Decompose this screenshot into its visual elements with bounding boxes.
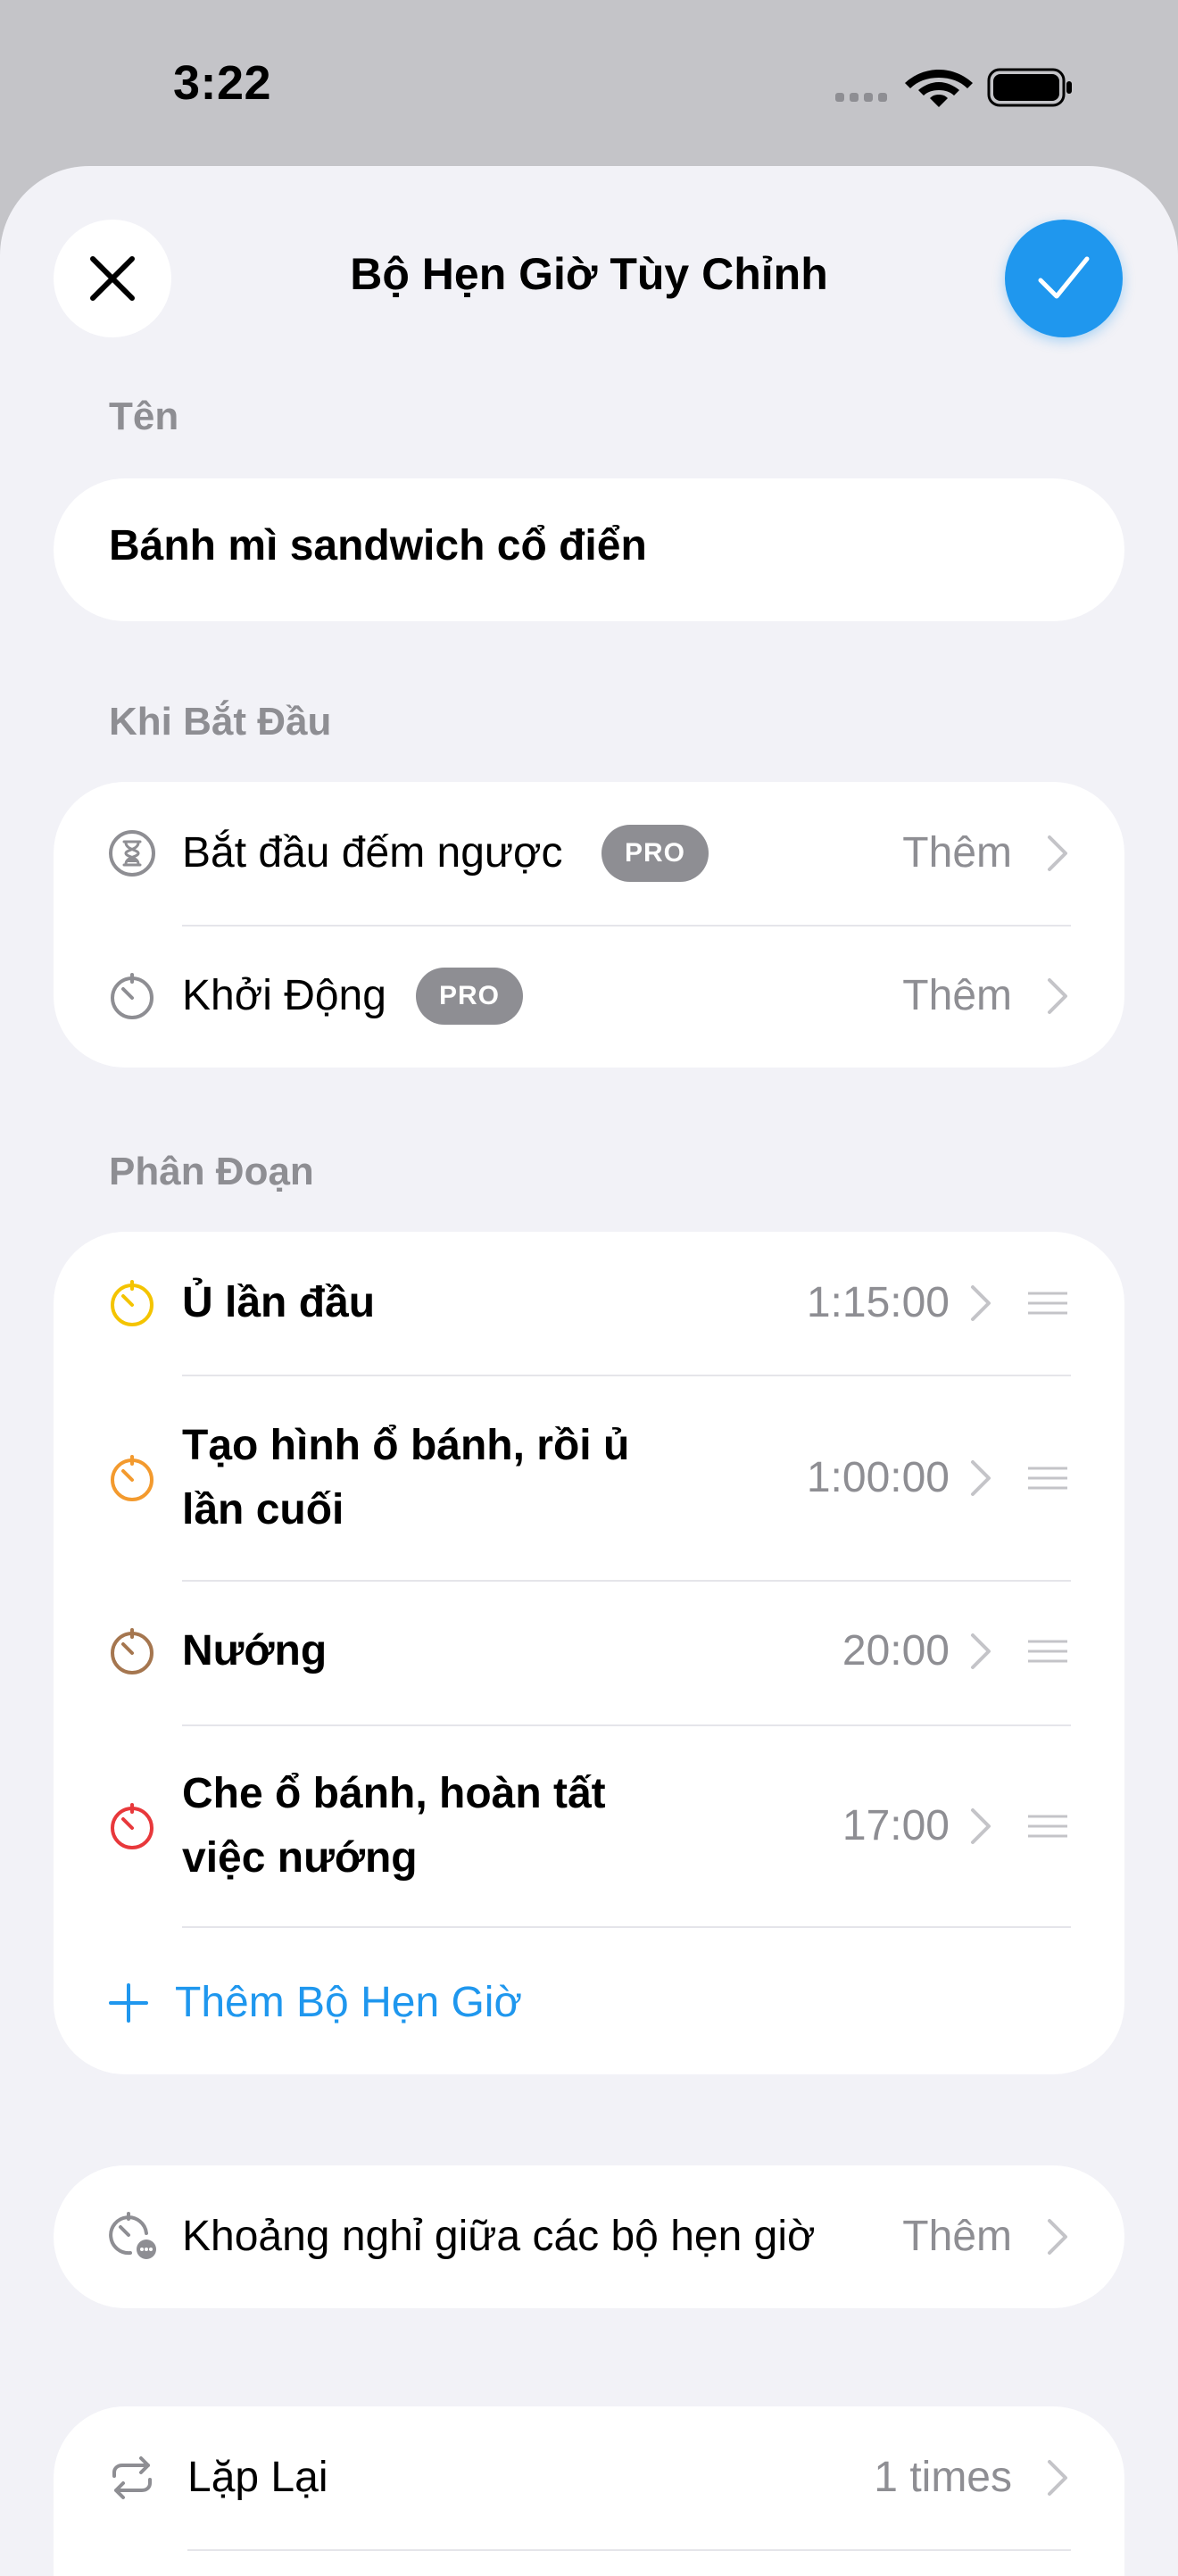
segments-card: Ủ lần đầu 1:15:00 Tạo hình ổ bánh, rồi ủ… — [54, 1232, 1124, 2074]
countdown-row[interactable]: Bắt đầu đếm ngược PRO Thêm — [54, 782, 1124, 925]
chevron-right-icon — [1048, 835, 1067, 871]
page-title: Bộ Hẹn Giờ Tùy Chỉnh — [350, 249, 828, 299]
drag-handle-icon[interactable] — [1026, 1291, 1069, 1316]
start-section-label: Khi Bắt Đầu — [109, 700, 332, 744]
repeat-label: Lặp Lại — [187, 2454, 328, 2501]
timer-icon — [111, 1628, 153, 1674]
name-field-card[interactable]: Bánh mì sandwich cổ điển — [54, 478, 1124, 621]
rest-row[interactable]: Khoảng nghỉ giữa các bộ hẹn giờ Thêm — [54, 2165, 1124, 2308]
rest-card: Khoảng nghỉ giữa các bộ hẹn giờ Thêm — [54, 2165, 1124, 2308]
repeat-value: 1 times — [874, 2454, 1012, 2501]
chevron-right-icon — [971, 1808, 991, 1844]
divider — [187, 2549, 1071, 2551]
divider — [182, 1926, 1071, 1928]
name-field[interactable]: Bánh mì sandwich cổ điển — [109, 521, 647, 570]
done-button[interactable] — [1005, 220, 1123, 337]
start-card: Bắt đầu đếm ngược PRO Thêm Khởi Động PRO… — [54, 782, 1124, 1068]
chevron-right-icon — [1048, 2460, 1067, 2496]
timer-icon — [111, 1280, 153, 1326]
close-icon — [90, 256, 135, 301]
add-timer-button[interactable]: Thêm Bộ Hẹn Giờ — [107, 1978, 522, 2027]
segment-name: Che ổ bánh, hoàn tất việc nướng — [182, 1762, 606, 1890]
countdown-value: Thêm — [902, 829, 1012, 877]
drag-handle-icon[interactable] — [1026, 1639, 1069, 1664]
status-time: 3:22 — [173, 56, 272, 110]
segment-name: Nướng — [182, 1627, 328, 1674]
chevron-right-icon — [971, 1285, 991, 1321]
segment-row[interactable]: Tạo hình ổ bánh, rồi ủ lần cuối 1:00:00 — [54, 1375, 1124, 1580]
segment-duration: 17:00 — [842, 1802, 950, 1849]
name-section-label: Tên — [109, 395, 179, 438]
segment-duration: 1:00:00 — [806, 1454, 950, 1501]
plus-icon — [109, 1982, 148, 2023]
repeat-card: Lặp Lại 1 times — [54, 2406, 1124, 2576]
battery-icon — [987, 68, 1072, 107]
custom-timer-sheet: Bộ Hẹn Giờ Tùy Chỉnh Tên Bánh mì sandwic… — [0, 166, 1178, 2576]
wifi-icon — [905, 70, 973, 107]
segment-row[interactable]: Ủ lần đầu 1:15:00 — [54, 1232, 1124, 1375]
segment-name: Ủ lần đầu — [182, 1279, 376, 1326]
segment-duration: 1:15:00 — [806, 1279, 950, 1326]
timer-pause-icon — [109, 2212, 156, 2259]
signal-icon — [835, 93, 887, 102]
warmup-row[interactable]: Khởi Động PRO Thêm — [54, 925, 1124, 1068]
chevron-right-icon — [1048, 978, 1067, 1014]
drag-handle-icon[interactable] — [1026, 1814, 1069, 1839]
segment-name-line1: Che ổ bánh, hoàn tất — [182, 1770, 606, 1817]
timer-icon — [111, 1803, 153, 1849]
warmup-label: Khởi Động — [182, 972, 386, 1019]
segment-row[interactable]: Che ổ bánh, hoàn tất việc nướng 17:00 — [54, 1724, 1124, 1926]
segment-name-line2: việc nướng — [182, 1834, 418, 1882]
segment-row[interactable]: Nướng 20:00 — [54, 1580, 1124, 1724]
chevron-right-icon — [971, 1460, 991, 1496]
repeat-icon — [112, 2456, 152, 2499]
segment-name: Tạo hình ổ bánh, rồi ủ lần cuối — [182, 1414, 629, 1542]
segments-section-label: Phân Đoạn — [109, 1150, 314, 1193]
rest-value: Thêm — [902, 2213, 1012, 2260]
checkmark-icon — [1038, 256, 1090, 299]
segment-name-line1: Tạo hình ổ bánh, rồi ủ — [182, 1422, 630, 1469]
countdown-label: Bắt đầu đếm ngược — [182, 829, 563, 877]
segment-duration: 20:00 — [842, 1627, 950, 1674]
pro-badge: PRO — [601, 825, 709, 882]
status-icons — [830, 61, 1080, 114]
status-bar: 3:22 — [0, 0, 1178, 166]
chevron-right-icon — [1048, 2219, 1067, 2255]
drag-handle-icon[interactable] — [1026, 1466, 1069, 1491]
add-timer-label: Thêm Bộ Hẹn Giờ — [175, 1979, 522, 2026]
rest-label: Khoảng nghỉ giữa các bộ hẹn giờ — [182, 2213, 816, 2260]
timer-icon — [111, 973, 153, 1019]
close-button[interactable] — [54, 220, 171, 337]
segment-name-line2: lần cuối — [182, 1486, 344, 1533]
hourglass-icon — [109, 830, 155, 877]
warmup-value: Thêm — [902, 972, 1012, 1019]
pro-badge: PRO — [416, 968, 524, 1025]
timer-icon — [111, 1455, 153, 1501]
repeat-row[interactable]: Lặp Lại 1 times — [54, 2406, 1124, 2549]
chevron-right-icon — [971, 1633, 991, 1669]
